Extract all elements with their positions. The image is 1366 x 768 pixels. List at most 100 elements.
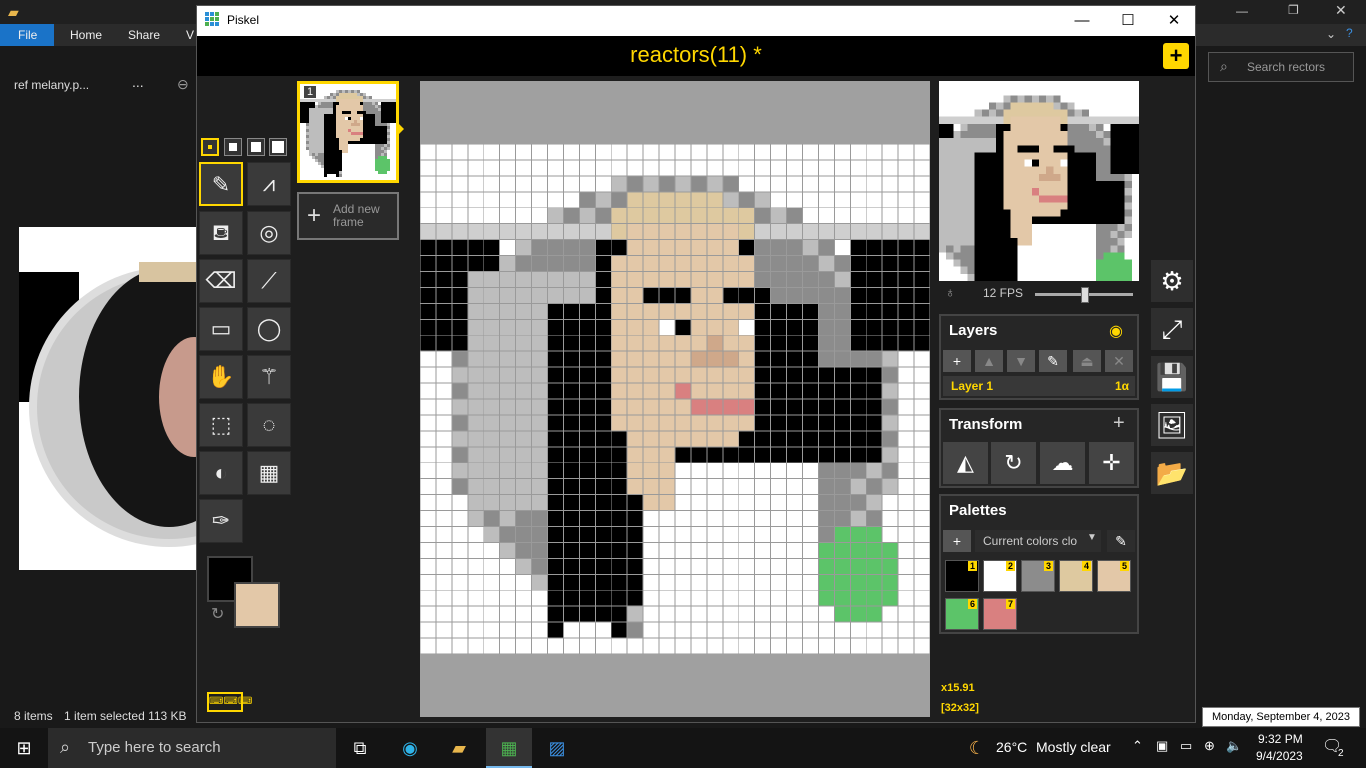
photos-icon[interactable]: ▨	[543, 734, 571, 762]
network-icon[interactable]: ⊕	[1204, 738, 1215, 754]
rectangle-tool[interactable]: ▭	[199, 307, 243, 351]
eye-icon[interactable]: ◉	[1109, 321, 1123, 341]
weather-icon[interactable]: ☾	[963, 734, 991, 762]
palettes-title: Palettes	[949, 502, 1007, 519]
explorer-item-name[interactable]: ref melany.p...	[14, 78, 89, 92]
dashed-rectangle-icon: ⬚	[210, 412, 232, 437]
save-button[interactable]: 💾	[1151, 356, 1193, 398]
keyboard-shortcuts-icon[interactable]: ⌨⌨⌨	[207, 692, 252, 712]
chevron-down-icon[interactable]: ▼	[1087, 532, 1097, 543]
image-icon: 🖼	[1155, 410, 1189, 440]
settings-button[interactable]: ⚙	[1151, 260, 1193, 302]
weather-text[interactable]: Mostly clear	[1036, 739, 1111, 755]
chevron-up-icon[interactable]: ⌃	[1132, 738, 1143, 754]
center-button[interactable]: ✛	[1089, 442, 1134, 484]
onion-skin-icon[interactable]: ♁	[945, 284, 956, 300]
weather-temp[interactable]: 26°C	[996, 739, 1027, 755]
delete-layer-button[interactable]: ✕	[1105, 350, 1133, 372]
more-options-button[interactable]: ...	[132, 74, 144, 90]
add-new-frame-button[interactable]: + Add new frame	[297, 192, 399, 240]
lighten-tool[interactable]: ◐	[199, 451, 243, 495]
maximize-button[interactable]: ☐	[1105, 6, 1151, 36]
pencil-icon: ✎	[211, 172, 231, 197]
volume-icon[interactable]: 🔈	[1226, 738, 1242, 754]
secondary-color-swatch[interactable]	[234, 582, 280, 628]
color-picker-tool[interactable]: ✑	[199, 499, 243, 543]
file-explorer-icon[interactable]: ▰	[445, 734, 473, 762]
move-layer-up-button[interactable]: ▲	[975, 350, 1003, 372]
frame-thumbnail[interactable]: 1	[297, 81, 399, 183]
palette-swatch[interactable]: 1	[945, 560, 979, 592]
edit-palette-button[interactable]: ✎	[1107, 530, 1135, 552]
palette-swatch[interactable]: 4	[1059, 560, 1093, 592]
pen-tool[interactable]: ✎	[199, 162, 243, 206]
explorer-close-button[interactable]: ✕	[1335, 2, 1347, 19]
palette-select[interactable]: Current colors clo	[975, 530, 1101, 552]
lasso-select-tool[interactable]: ◌	[247, 403, 291, 447]
minimize-button[interactable]: —	[1059, 6, 1105, 36]
taskbar-search-input[interactable]: Type here to search	[48, 728, 336, 768]
palette-swatch[interactable]: 3	[1021, 560, 1055, 592]
merge-layer-button[interactable]: ⏏	[1073, 350, 1101, 372]
palette-swatch[interactable]: 5	[1097, 560, 1131, 592]
pen-size-1[interactable]	[201, 138, 219, 156]
gear-icon: ⚙	[1160, 266, 1184, 296]
magic-wand-tool[interactable]: ⚚	[247, 355, 291, 399]
paint-bucket-tool[interactable]: ⛾	[199, 211, 243, 255]
task-view-icon[interactable]: ⧉	[346, 734, 374, 762]
edit-layer-button[interactable]: ✎	[1039, 350, 1067, 372]
add-layer-button[interactable]: +	[943, 350, 971, 372]
eyedropper-icon: ✑	[211, 508, 231, 533]
pen-size-3[interactable]	[247, 138, 265, 156]
flip-button[interactable]: ◭	[943, 442, 988, 484]
edge-browser-icon[interactable]: ◉	[396, 734, 424, 762]
pen-size-4[interactable]	[269, 138, 287, 156]
ribbon-tab-share[interactable]: Share	[118, 24, 170, 46]
palette-swatch[interactable]: 2	[983, 560, 1017, 592]
zoom-level: x15.91	[941, 682, 975, 694]
swatch-number: 2	[1005, 561, 1015, 571]
new-sprite-button[interactable]: +	[1163, 43, 1189, 69]
export-button[interactable]: 🖼	[1151, 404, 1193, 446]
chevron-down-icon[interactable]: ⌄	[1326, 27, 1336, 41]
plus-icon[interactable]: +	[1113, 412, 1125, 435]
layer-row[interactable]: Layer 1 1α	[943, 376, 1135, 396]
add-palette-button[interactable]: +	[943, 530, 971, 552]
windows-start-icon[interactable]: ⊞	[10, 734, 38, 762]
clock-time[interactable]: 9:32 PM	[1258, 732, 1303, 746]
pixel-grid[interactable]	[420, 144, 930, 654]
move-tool[interactable]: ✋	[199, 355, 243, 399]
pen-size-2[interactable]	[224, 138, 242, 156]
dithering-tool[interactable]: ▦	[247, 451, 291, 495]
meet-now-icon[interactable]: ▣	[1156, 738, 1168, 754]
clone-sheep-button[interactable]: ☁	[1040, 442, 1085, 484]
explorer-status-bar: 8 items 1 item selected 113 KB	[0, 706, 200, 726]
fps-slider-handle[interactable]	[1081, 287, 1089, 303]
palette-swatch[interactable]: 7	[983, 598, 1017, 630]
resize-button[interactable]: ⤢	[1151, 308, 1193, 350]
ribbon-tab-home[interactable]: Home	[60, 24, 112, 46]
line-pen-icon: ⟋	[261, 268, 277, 293]
ribbon-tab-file[interactable]: File	[0, 24, 54, 46]
bucket-icon: ⛾	[212, 220, 230, 245]
explorer-maximize-button[interactable]: ❐	[1288, 3, 1299, 17]
battery-icon[interactable]: ▭	[1180, 738, 1192, 754]
swap-colors-icon[interactable]: ↻	[211, 604, 231, 624]
close-button[interactable]: ✕	[1151, 6, 1197, 36]
explorer-minimize-button[interactable]: —	[1236, 4, 1248, 18]
mirror-pen-tool[interactable]: ⩘	[247, 162, 291, 206]
clock-date[interactable]: 9/4/2023	[1256, 749, 1303, 763]
circle-tool[interactable]: ◯	[247, 307, 291, 351]
paint-all-similar-tool[interactable]: ◎	[247, 211, 291, 255]
eraser-tool[interactable]: ⌫	[199, 259, 243, 303]
explorer-search-input[interactable]: Search rectors	[1208, 52, 1354, 82]
drawing-canvas[interactable]	[420, 81, 930, 717]
rotate-button[interactable]: ↻	[991, 442, 1036, 484]
floppy-icon: 💾	[1155, 362, 1189, 392]
palette-swatch[interactable]: 6	[945, 598, 979, 630]
move-layer-down-button[interactable]: ▼	[1007, 350, 1035, 372]
stroke-tool[interactable]: ⟋	[247, 259, 291, 303]
help-icon[interactable]: ?	[1346, 26, 1353, 40]
rect-select-tool[interactable]: ⬚	[199, 403, 243, 447]
import-button[interactable]: 📂	[1151, 452, 1193, 494]
